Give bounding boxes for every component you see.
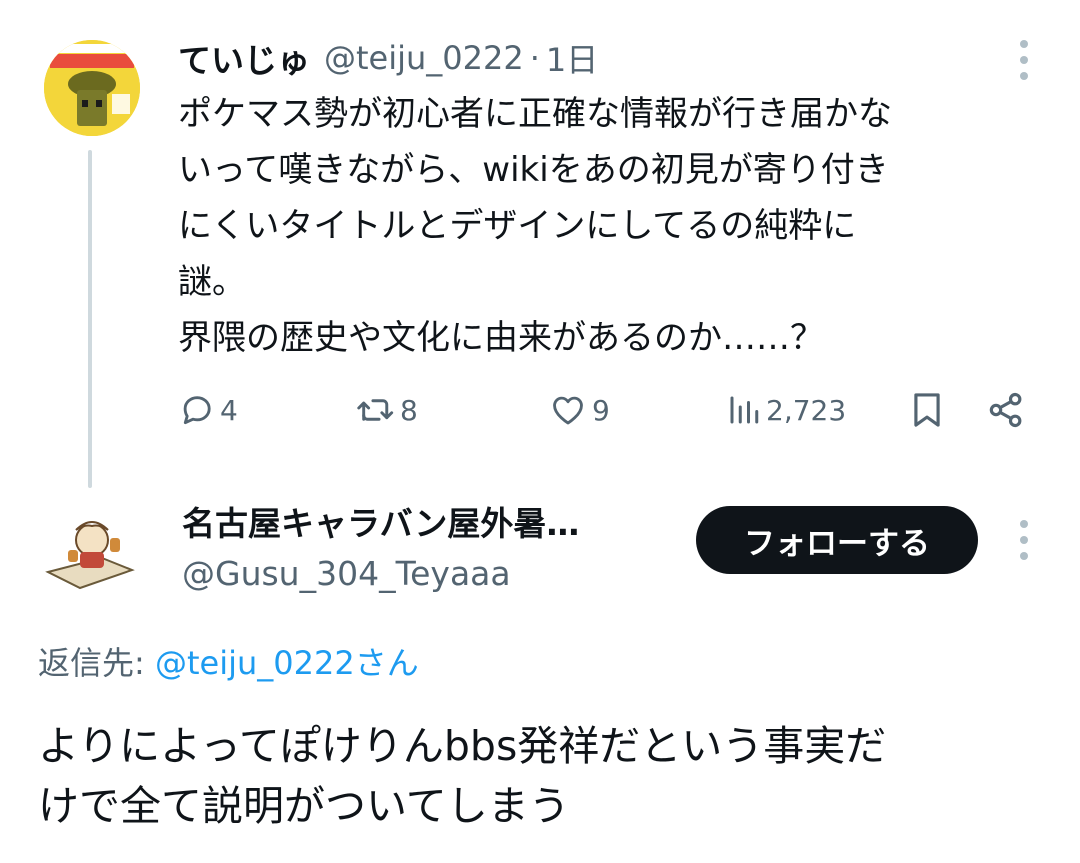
author-name[interactable]: 名古屋キャラバン屋外暑… [182, 500, 579, 548]
reply-icon [183, 396, 211, 425]
reply-to-mention-link[interactable]: @teiju_0222さん [155, 644, 419, 682]
avatar-image [40, 500, 140, 600]
tweet-text-line: 界隈の歴史や文化に由来があるのか……？ [178, 318, 824, 358]
bookmark-icon [914, 393, 940, 427]
tweet-text-line: よりによってぽけりんbbs発祥だという事実だ [38, 722, 887, 770]
avatar[interactable] [44, 40, 140, 136]
reply-count: 4 [220, 393, 238, 427]
analytics-icon [730, 396, 759, 424]
tweet-text-line: いって嘆きながら、wikiをあの初見が寄り付き [178, 150, 889, 190]
author-name[interactable]: ていじゅ [178, 34, 310, 82]
views-button[interactable]: 2,723 [726, 386, 846, 434]
tweet-text: ポケマス勢が初心者に正確な情報が行き届かな いって嘆きながら、wikiをあの初見… [178, 86, 1038, 366]
retweet-icon [357, 399, 394, 421]
tweet-text-line: 謎。 [178, 262, 246, 302]
thread-line [88, 150, 92, 488]
tweet-actions: 4 8 9 2,723 [178, 386, 1038, 434]
reply-to-label: 返信先: [38, 644, 145, 682]
timestamp[interactable]: 1日 [546, 35, 598, 81]
more-options-icon[interactable] [1014, 520, 1034, 560]
author-handle[interactable]: @Gusu_304_Teyaaa [182, 550, 511, 598]
separator: · [529, 39, 540, 77]
reply-context: 返信先: @teiju_0222さん [38, 638, 419, 688]
like-count: 9 [592, 393, 610, 427]
retweet-count: 8 [400, 393, 418, 427]
bookmark-button[interactable] [908, 386, 946, 434]
author-handle[interactable]: @teiju_0222 [324, 39, 524, 77]
tweet-text: よりによってぽけりんbbs発祥だという事実だ けで全て説明がついてしまう [38, 716, 1048, 836]
reply-button[interactable]: 4 [178, 386, 238, 434]
tweet-header: ていじゅ @teiju_0222 · 1日 [178, 34, 598, 82]
tweet-text-line: ポケマス勢が初心者に正確な情報が行き届かな [178, 94, 892, 134]
tweet-text-line: にくいタイトルとデザインにしてるの純粋に [178, 206, 857, 246]
heart-icon [553, 396, 583, 425]
avatar[interactable] [40, 500, 140, 600]
like-button[interactable]: 9 [548, 386, 610, 434]
share-icon [989, 392, 1022, 428]
follow-button[interactable]: フォローする [696, 506, 978, 574]
avatar-image [44, 40, 140, 136]
share-button[interactable] [986, 386, 1026, 434]
views-count: 2,723 [766, 393, 847, 427]
tweet-text-line: けで全て説明がついてしまう [38, 782, 570, 830]
retweet-button[interactable]: 8 [356, 386, 418, 434]
more-options-icon[interactable] [1014, 40, 1034, 80]
